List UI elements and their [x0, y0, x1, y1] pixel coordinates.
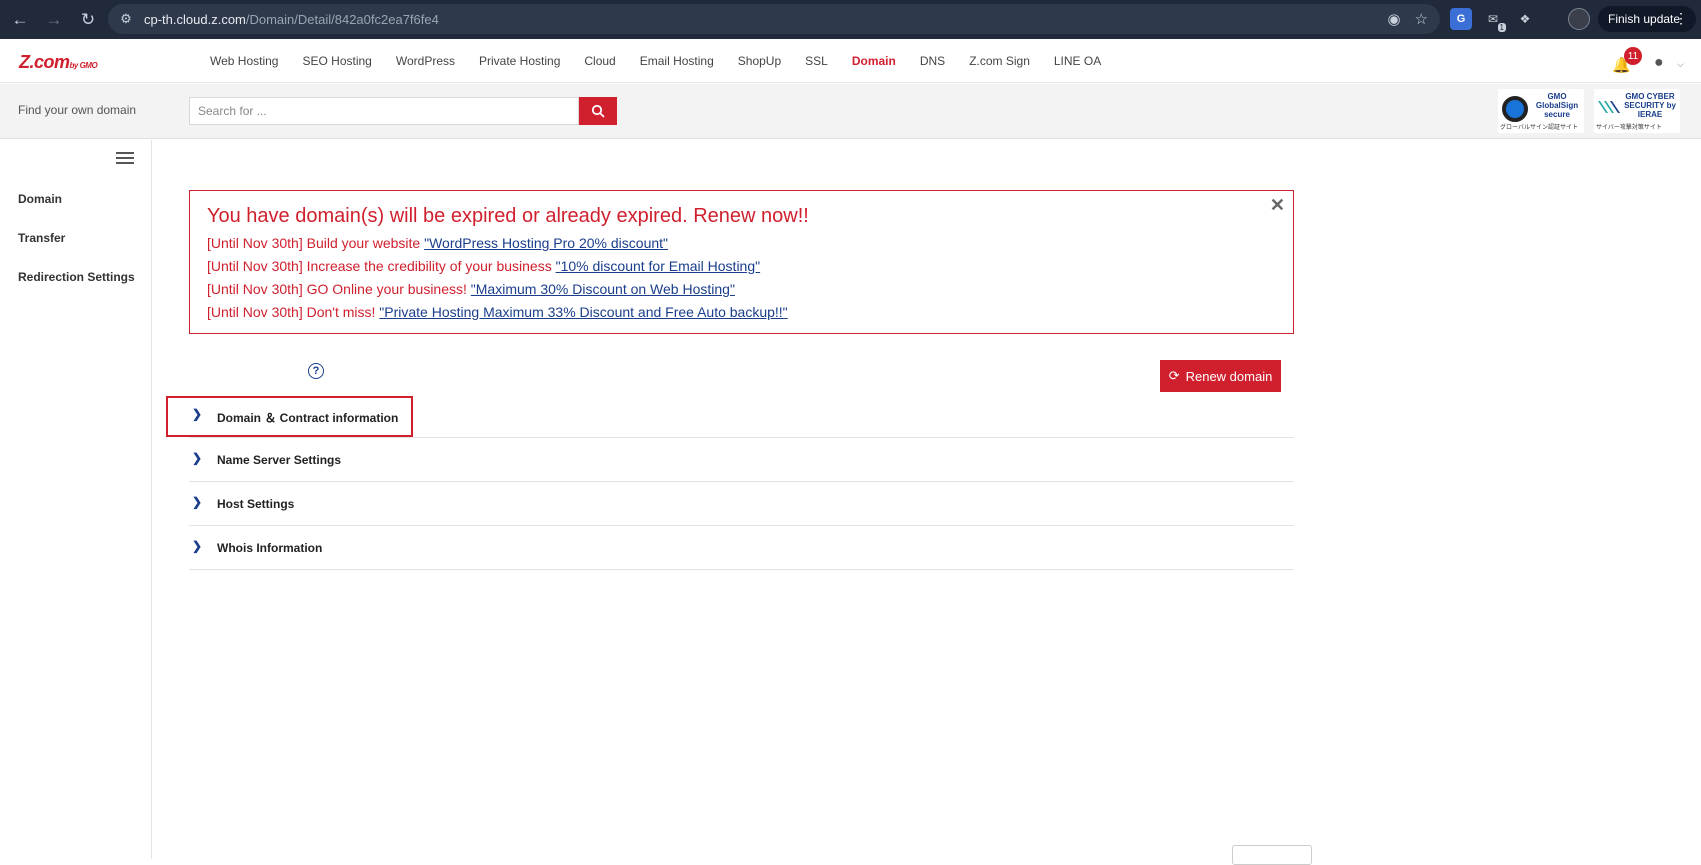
search-button[interactable]: [579, 97, 617, 125]
cyber-security-title: GMO CYBER SECURITY by IERAE: [1624, 92, 1676, 119]
nav-item-line-oa[interactable]: LINE OA: [1054, 54, 1101, 68]
expiry-alert: ✕ You have domain(s) will be expired or …: [189, 190, 1294, 334]
find-domain-label: Find your own domain: [18, 103, 137, 117]
domain-search-bar: Find your own domain GMO GlobalSign secu…: [0, 84, 1701, 139]
accordion-label: Name Server Settings: [217, 453, 342, 467]
promo-link-private-hosting[interactable]: "Private Hosting Maximum 33% Discount an…: [379, 304, 787, 320]
logo-main: Z.com: [19, 52, 70, 72]
promo-line: [Until Nov 30th] GO Online your business…: [207, 281, 735, 297]
zcom-logo[interactable]: Z.comby GMO: [19, 52, 98, 73]
url-text: cp-th.cloud.z.com/Domain/Detail/842a0fc2…: [144, 12, 439, 27]
sidebar-item-domain[interactable]: Domain: [18, 192, 62, 206]
user-icon[interactable]: ●: [1654, 54, 1664, 72]
nav-item-seo-hosting[interactable]: SEO Hosting: [302, 54, 371, 68]
site-header: Z.comby GMO Web Hosting SEO Hosting WordPr…: [0, 39, 1701, 83]
chevron-right-icon: ❯: [192, 451, 203, 465]
promo-text: [Until Nov 30th] Don't miss!: [207, 304, 380, 320]
domain-search-input[interactable]: [189, 97, 579, 125]
finish-update-label: Finish update: [1608, 12, 1681, 26]
profile-avatar[interactable]: [1568, 8, 1590, 30]
help-icon[interactable]: ?: [308, 363, 324, 379]
finish-update-button[interactable]: Finish update ⋮: [1598, 6, 1696, 32]
alert-title: You have domain(s) will be expired or al…: [207, 205, 809, 227]
chevron-right-icon: ❯: [192, 539, 203, 553]
refresh-icon: ⟳: [1168, 368, 1180, 383]
accordion-label: Host Settings: [217, 497, 295, 511]
sidebar: Domain Transfer Redirection Settings: [0, 140, 152, 859]
extension-icon[interactable]: ✉ 1: [1482, 8, 1506, 32]
nav-item-ssl[interactable]: SSL: [805, 54, 828, 68]
nav-item-dns[interactable]: DNS: [920, 54, 945, 68]
address-bar[interactable]: ⚙ cp-th.cloud.z.com/Domain/Detail/842a0f…: [108, 4, 1440, 34]
cyber-security-subtitle: サイバー攻撃対策サイト: [1596, 125, 1662, 131]
site-info-icon[interactable]: ⚙: [114, 7, 138, 31]
promo-text: [Until Nov 30th] GO Online your business…: [207, 281, 471, 297]
promo-text: [Until Nov 30th] Increase the credibilit…: [207, 258, 556, 274]
bookmark-star-icon[interactable]: ☆: [1415, 10, 1428, 28]
promo-text: [Until Nov 30th] Build your website: [207, 235, 425, 251]
nav-item-email-hosting[interactable]: Email Hosting: [640, 54, 714, 68]
logo-sub: by GMO: [69, 61, 98, 70]
sidebar-item-redirection-settings[interactable]: Redirection Settings: [18, 270, 135, 284]
promo-line: [Until Nov 30th] Build your website "Wor…: [207, 235, 668, 251]
chevron-down-icon[interactable]: ⌵: [1677, 59, 1684, 70]
cyber-security-icon: [1598, 101, 1620, 113]
nav-item-shopup[interactable]: ShopUp: [738, 54, 781, 68]
globalsign-eye-icon: [1502, 96, 1528, 122]
browser-toolbar: ← → ↻ ⚙ cp-th.cloud.z.com/Domain/Detail/…: [0, 0, 1701, 39]
bottom-button[interactable]: [1232, 845, 1312, 865]
url-path: /Domain/Detail/842a0fc2ea7f6fe4: [245, 11, 439, 27]
renew-domain-button[interactable]: ⟳ Renew domain: [1160, 360, 1281, 392]
nav-item-domain[interactable]: Domain: [852, 54, 896, 68]
kebab-menu-icon[interactable]: ⋮: [1674, 10, 1688, 27]
close-icon[interactable]: ✕: [1270, 195, 1285, 216]
highlight-box: [166, 396, 413, 437]
globalsign-subtitle: グローバルサイン認証サイト: [1500, 125, 1578, 131]
globalsign-seal[interactable]: GMO GlobalSign secure グローバルサイン認証サイト: [1498, 89, 1584, 133]
extension-badge: 1: [1497, 23, 1506, 32]
promo-line: [Until Nov 30th] Increase the credibilit…: [207, 258, 760, 274]
sidebar-item-transfer[interactable]: Transfer: [18, 231, 65, 245]
renew-domain-label: Renew domain: [1185, 368, 1273, 384]
hamburger-menu-icon[interactable]: [116, 152, 134, 166]
promo-link-wordpress[interactable]: "WordPress Hosting Pro 20% discount": [424, 235, 668, 251]
eye-off-icon[interactable]: ◉: [1387, 10, 1400, 28]
notification-badge: 11: [1624, 47, 1642, 65]
top-navigation: Web Hosting SEO Hosting WordPress Private H…: [210, 39, 1125, 83]
nav-item-wordpress[interactable]: WordPress: [396, 54, 455, 68]
forward-icon[interactable]: →: [38, 4, 70, 36]
accordion-host-settings[interactable]: ❯ Host Settings: [189, 482, 1294, 526]
nav-item-z-com-sign[interactable]: Z.com Sign: [969, 54, 1030, 68]
nav-item-private-hosting[interactable]: Private Hosting: [479, 54, 560, 68]
promo-link-web-hosting[interactable]: "Maximum 30% Discount on Web Hosting": [471, 281, 735, 297]
accordion-whois[interactable]: ❯ Whois Information: [189, 526, 1294, 570]
promo-line: [Until Nov 30th] Don't miss! "Private Ho…: [207, 304, 788, 320]
accordion-name-server[interactable]: ❯ Name Server Settings: [189, 438, 1294, 482]
reload-icon[interactable]: ↻: [72, 4, 104, 36]
cyber-security-seal[interactable]: GMO CYBER SECURITY by IERAE サイバー攻撃対策サイト: [1594, 89, 1680, 133]
back-icon[interactable]: ←: [4, 4, 36, 36]
accordion-label: Whois Information: [217, 541, 323, 555]
puzzle-icon[interactable]: ❖: [1514, 8, 1536, 30]
chevron-right-icon: ❯: [192, 495, 203, 509]
url-host: cp-th.cloud.z.com: [144, 11, 246, 27]
promo-link-email[interactable]: "10% discount for Email Hosting": [556, 258, 760, 274]
search-icon: [591, 104, 605, 118]
translate-extension-icon[interactable]: G: [1450, 8, 1472, 30]
nav-item-web-hosting[interactable]: Web Hosting: [210, 54, 278, 68]
globalsign-title: GMO GlobalSign secure: [1535, 92, 1579, 119]
nav-item-cloud[interactable]: Cloud: [584, 54, 615, 68]
